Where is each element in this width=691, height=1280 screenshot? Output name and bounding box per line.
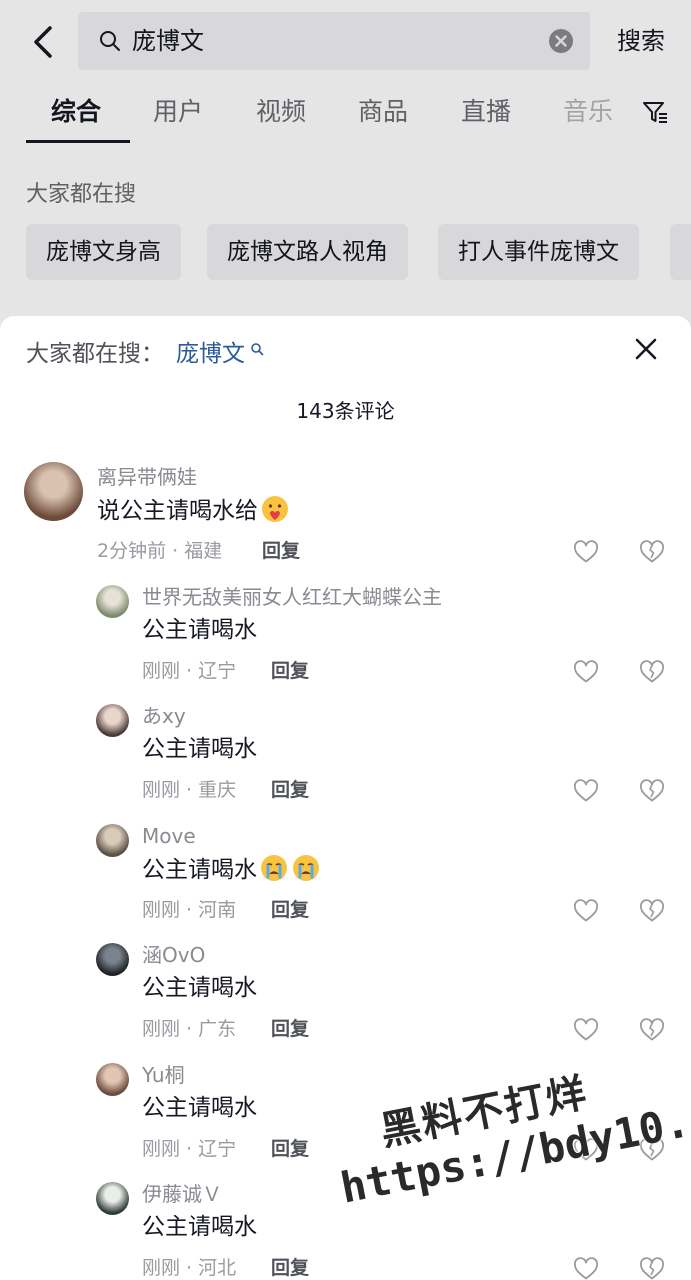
like-icon[interactable] [573, 1257, 599, 1280]
dislike-icon[interactable] [639, 1018, 665, 1042]
reply-button[interactable]: 回复 [271, 897, 309, 923]
like-icon[interactable] [573, 660, 599, 684]
comment-meta: 刚刚 · 河南 [142, 899, 237, 921]
reply-button[interactable]: 回复 [262, 538, 300, 564]
reply-comment[interactable]: Yu桐公主请喝水刚刚 · 辽宁 回复 [0, 1060, 691, 1180]
dislike-icon[interactable] [639, 899, 665, 923]
comment-count: 143条评论 [296, 399, 395, 423]
avatar[interactable] [96, 585, 129, 618]
avatar[interactable] [96, 1063, 129, 1096]
close-icon[interactable] [631, 334, 661, 364]
comment-author[interactable]: 涵OvO [142, 942, 205, 968]
comment-meta: 刚刚 · 辽宁 [142, 1138, 237, 1160]
comment-author[interactable]: Yu桐 [142, 1062, 185, 1088]
comment-text: 公主请喝水 [142, 853, 321, 886]
crying-emoji-icon [261, 855, 287, 881]
crying-emoji-icon [293, 855, 319, 881]
reply-comment[interactable]: 世界无敌美丽女人红红大蝴蝶公主 公主请喝水刚刚 · 辽宁 回复 [0, 582, 691, 702]
comment-text: 说公主请喝水给 [97, 494, 290, 527]
reply-comment[interactable]: 伊藤诚Ｖ 公主请喝水刚刚 · 河北 回复 [0, 1179, 691, 1280]
like-icon[interactable] [573, 1018, 599, 1042]
dislike-icon[interactable] [639, 660, 665, 684]
comment-meta: 刚刚 · 河北 [142, 1257, 237, 1279]
reply-comment[interactable]: 涵OvO 公主请喝水刚刚 · 广东 回复 [0, 940, 691, 1060]
comment-meta: 2分钟前 · 福建 [97, 540, 223, 562]
dislike-icon[interactable] [639, 779, 665, 803]
comment[interactable]: 离异带俩娃说公主请喝水给 2分钟前 · 福建 回复 [0, 462, 691, 582]
comment-author[interactable]: 离异带俩娃 [97, 464, 197, 490]
like-icon[interactable] [573, 1138, 599, 1162]
reply-button[interactable]: 回复 [271, 658, 309, 684]
like-icon[interactable] [573, 899, 599, 923]
reply-button[interactable]: 回复 [271, 1255, 309, 1280]
comment-author[interactable]: 伊藤诚Ｖ [142, 1181, 222, 1207]
reply-button[interactable]: 回复 [271, 1016, 309, 1042]
sheet-hot-search-label: 大家都在搜： [26, 341, 164, 367]
sheet-hot-search-link[interactable]: 庞博文 [176, 338, 245, 370]
comment-text: 公主请喝水 [142, 617, 257, 643]
dislike-icon[interactable] [639, 540, 665, 564]
avatar[interactable] [96, 1182, 129, 1215]
like-icon[interactable] [573, 540, 599, 564]
dislike-icon[interactable] [639, 1138, 665, 1162]
reply-comment[interactable]: あxy 公主请喝水刚刚 · 重庆 回复 [0, 701, 691, 821]
avatar[interactable] [96, 824, 129, 857]
search-icon [251, 343, 264, 356]
like-icon[interactable] [573, 779, 599, 803]
comment-meta: 刚刚 · 重庆 [142, 779, 237, 801]
reply-comment[interactable]: Move 公主请喝水刚刚 · 河南 回复 [0, 821, 691, 941]
comment-text: 公主请喝水 [142, 736, 257, 762]
dislike-icon[interactable] [639, 1257, 665, 1280]
comment-author[interactable]: Move [142, 823, 196, 849]
comment-author[interactable]: あxy [142, 703, 186, 729]
reply-button[interactable]: 回复 [271, 1136, 309, 1162]
comment-meta: 刚刚 · 辽宁 [142, 660, 237, 682]
comment-author[interactable]: 世界无敌美丽女人红红大蝴蝶公主 [142, 584, 442, 610]
comment-text: 公主请喝水 [142, 975, 257, 1001]
reply-button[interactable]: 回复 [271, 777, 309, 803]
comment-text: 公主请喝水 [142, 1214, 257, 1240]
comment-text: 公主请喝水 [142, 1095, 257, 1121]
hug-emoji-icon [262, 496, 288, 522]
comment-sheet: 大家都在搜： 庞博文 143条评论 离异带俩娃 说公主请喝水给 2分钟前 · 福建回… [0, 316, 691, 1280]
avatar[interactable] [24, 462, 83, 521]
avatar[interactable] [96, 704, 129, 737]
comment-meta: 刚刚 · 广东 [142, 1018, 237, 1040]
avatar[interactable] [96, 943, 129, 976]
